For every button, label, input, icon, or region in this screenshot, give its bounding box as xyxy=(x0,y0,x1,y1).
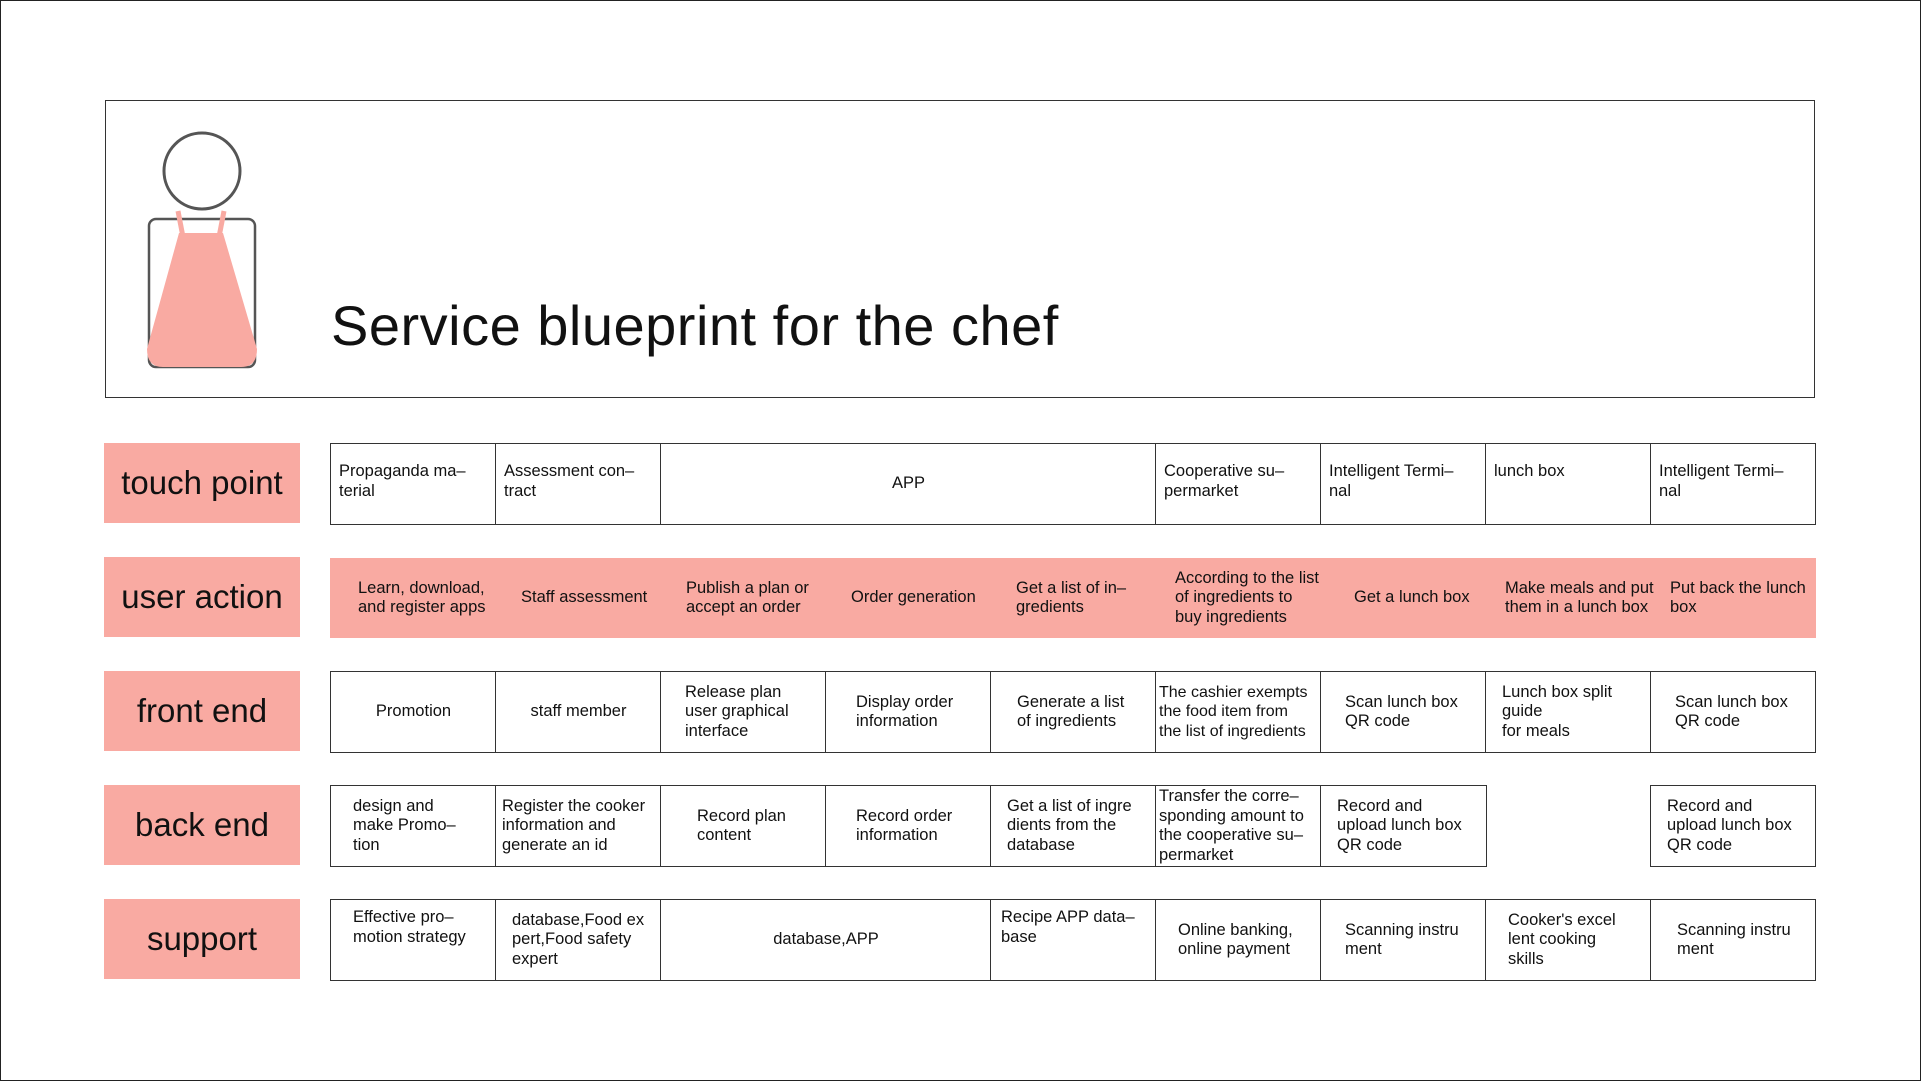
front-end-cell: Lunch box split guide for meals xyxy=(1485,671,1652,753)
back-end-cell: Record order information xyxy=(825,785,992,867)
back-end-cell: Register the cooker information and gene… xyxy=(495,785,662,867)
user-action-step: Put back the lunch box xyxy=(1650,558,1816,638)
support-cell: Recipe APP data– base xyxy=(990,899,1157,981)
support-cell: Cooker's excel lent cooking skills xyxy=(1485,899,1652,981)
user-action-step: Staff assessment xyxy=(495,558,675,638)
title-panel: Service blueprint for the chef xyxy=(105,100,1815,398)
row-label-front-end: front end xyxy=(104,671,300,751)
front-end-cell: Promotion xyxy=(330,671,497,753)
user-action-step: Order generation xyxy=(825,558,1005,638)
front-end-cell: Scan lunch box QR code xyxy=(1320,671,1487,753)
back-end-cell: Record plan content xyxy=(660,785,827,867)
touch-point-cell: Assessment con– tract xyxy=(495,443,662,525)
touch-point-cell: Cooperative su– permarket xyxy=(1155,443,1322,525)
support-cell: database,APP xyxy=(660,899,992,981)
front-end-cell: Scan lunch box QR code xyxy=(1650,671,1816,753)
row-label-touch-point: touch point xyxy=(104,443,300,523)
user-action-step: Make meals and put them in a lunch box xyxy=(1485,558,1665,638)
front-end-cell: The cashier exempts the food item from t… xyxy=(1155,671,1322,753)
user-action-step: Publish a plan or accept an order xyxy=(660,558,840,638)
touch-point-cell: Intelligent Termi– nal xyxy=(1650,443,1816,525)
support-cell: Effective pro– motion strategy xyxy=(330,899,497,981)
touch-point-cell: lunch box xyxy=(1485,443,1652,525)
support-cell: Online banking, online payment xyxy=(1155,899,1322,981)
back-end-cell: Record and upload lunch box QR code xyxy=(1650,785,1816,867)
user-action-step: Learn, download, and register apps xyxy=(330,558,510,638)
row-label-user-action: user action xyxy=(104,557,300,637)
row-label-support: support xyxy=(104,899,300,979)
front-end-cell: Display order information xyxy=(825,671,992,753)
chef-apron-icon xyxy=(147,131,257,369)
front-end-cell: staff member xyxy=(495,671,662,753)
back-end-cell: Record and upload lunch box QR code xyxy=(1320,785,1487,867)
touch-point-cell: APP xyxy=(660,443,1157,525)
user-action-step: Get a list of in– gredients xyxy=(990,558,1170,638)
front-end-cell: Release plan user graphical interface xyxy=(660,671,827,753)
support-cell: database,Food ex pert,Food safety expert xyxy=(495,899,662,981)
support-cell: Scanning instru ment xyxy=(1320,899,1487,981)
support-cell: Scanning instru ment xyxy=(1650,899,1816,981)
back-end-cell: design and make Promo– tion xyxy=(330,785,497,867)
back-end-cell: Transfer the corre– sponding amount to t… xyxy=(1155,785,1322,867)
page-title: Service blueprint for the chef xyxy=(331,294,1059,357)
back-end-cell: Get a list of ingre dients from the data… xyxy=(990,785,1157,867)
user-action-step: Get a lunch box xyxy=(1320,558,1500,638)
touch-point-cell: Propaganda ma– terial xyxy=(330,443,497,525)
front-end-cell: Generate a list of ingredients xyxy=(990,671,1157,753)
user-action-step: According to the list of ingredients to … xyxy=(1155,558,1335,638)
touch-point-cell: Intelligent Termi– nal xyxy=(1320,443,1487,525)
row-label-back-end: back end xyxy=(104,785,300,865)
